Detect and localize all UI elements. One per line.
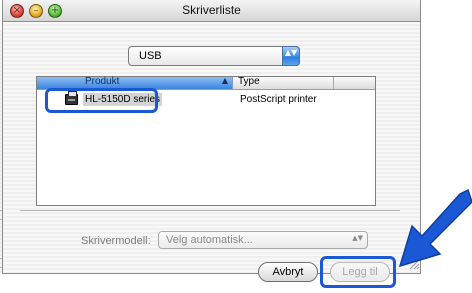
printer-model-select[interactable]: Velg automatisk... ▲▼ bbox=[158, 231, 368, 249]
window-title: Skriverliste bbox=[182, 3, 241, 17]
connection-type-popup[interactable]: USB ▲▼ bbox=[128, 46, 300, 66]
divider bbox=[20, 210, 400, 211]
add-button-highlight-outline bbox=[320, 256, 396, 288]
printer-type: PostScript printer bbox=[240, 94, 317, 105]
printer-model-value: Velg automatisk... bbox=[166, 234, 253, 246]
printer-model-label: Skrivermodell: bbox=[81, 235, 151, 247]
product-highlight-outline bbox=[45, 88, 158, 113]
title-bar[interactable]: × – + Skriverliste bbox=[3, 0, 420, 22]
pointer-arrow-icon bbox=[398, 188, 472, 268]
column-label-type: Type bbox=[238, 76, 260, 87]
column-header-type[interactable]: Type bbox=[234, 76, 334, 89]
connection-type-value: USB bbox=[139, 50, 162, 62]
select-arrows-icon: ▲▼ bbox=[352, 234, 363, 242]
popup-arrows-icon: ▲▼ bbox=[282, 46, 300, 66]
sort-ascending-icon: ▲ bbox=[221, 76, 228, 85]
cancel-button[interactable]: Avbryt bbox=[258, 262, 318, 282]
column-label-produkt: Produkt bbox=[85, 76, 120, 87]
